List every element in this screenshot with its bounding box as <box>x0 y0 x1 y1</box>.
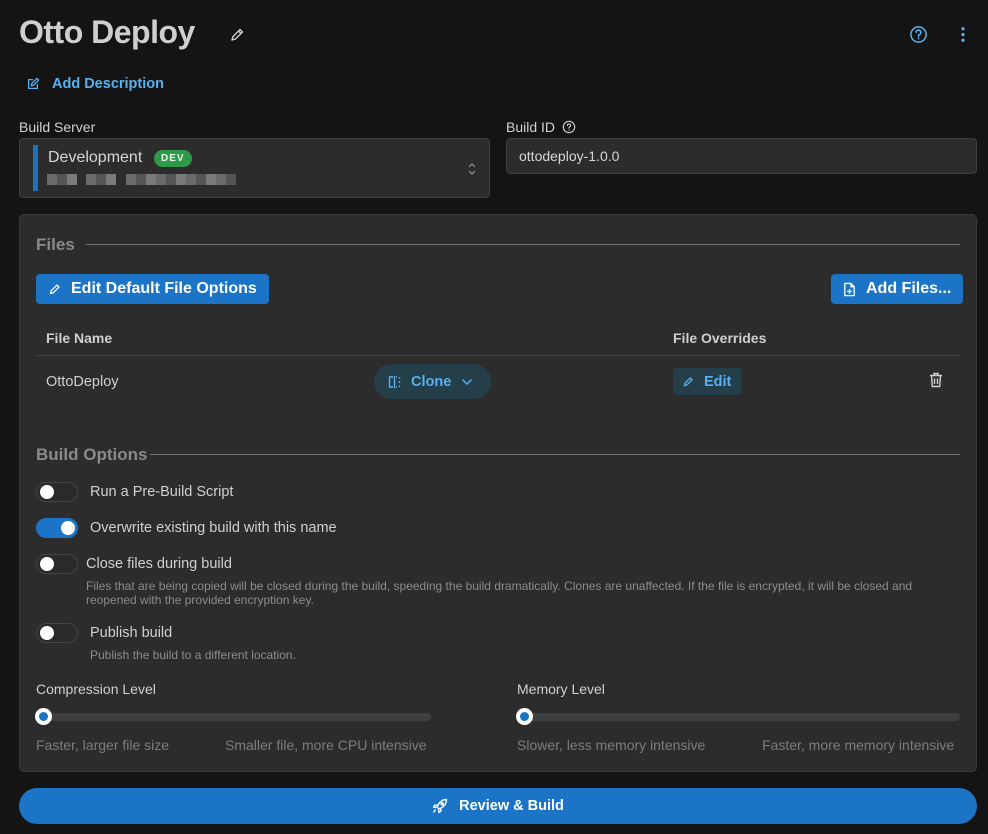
toggle-knob <box>40 626 54 640</box>
build-config-panel: Files Edit Default File Options Add File… <box>19 214 977 772</box>
file-mode-dropdown[interactable]: Clone <box>374 364 491 399</box>
toggle-pre-build-script[interactable] <box>36 482 78 502</box>
table-header-divider <box>36 355 960 356</box>
build-server-select[interactable]: Development DEV <box>19 138 490 198</box>
option-description: Publish the build to a different locatio… <box>90 648 296 662</box>
clone-icon <box>388 375 401 388</box>
compression-level-label: Compression Level <box>36 681 156 697</box>
build-options-section-title: Build Options <box>36 445 148 464</box>
server-name: Development <box>48 149 143 166</box>
build-id-label: Build ID <box>506 119 556 135</box>
memory-level-slider[interactable] <box>516 708 960 725</box>
edit-square-icon <box>27 77 40 90</box>
add-files-button[interactable]: Add Files... <box>831 274 964 304</box>
rocket-icon <box>432 798 448 814</box>
build-server-label: Build Server <box>19 119 96 135</box>
page-title: Otto Deploy <box>19 14 195 50</box>
file-name-cell: OttoDeploy <box>46 374 119 390</box>
server-accent-bar <box>33 145 38 191</box>
redacted-text <box>126 174 236 185</box>
toggle-knob <box>40 485 54 499</box>
file-plus-icon <box>844 282 855 296</box>
add-description-label: Add Description <box>52 76 164 92</box>
option-label: Overwrite existing build with this name <box>90 520 337 536</box>
memory-level-label: Memory Level <box>517 681 605 697</box>
toggle-knob <box>40 557 54 571</box>
review-build-label: Review & Build <box>459 798 564 814</box>
slider-max-hint: Smaller file, more CPU intensive <box>225 737 427 753</box>
build-id-input[interactable] <box>506 138 977 174</box>
pencil-icon[interactable] <box>229 27 245 43</box>
chevron-up-down-icon <box>468 163 476 175</box>
slider-thumb[interactable] <box>516 708 533 725</box>
file-mode-label: Clone <box>411 373 452 390</box>
files-section-title: Files <box>36 235 75 254</box>
review-build-button[interactable]: Review & Build <box>19 788 977 824</box>
pencil-icon <box>683 376 693 386</box>
option-description: Files that are being copied will be clos… <box>86 579 913 607</box>
slider-min-hint: Slower, less memory intensive <box>517 737 706 753</box>
section-divider <box>150 454 960 455</box>
redacted-text <box>47 174 77 185</box>
edit-file-overrides-button[interactable]: Edit <box>673 368 741 395</box>
option-label: Publish build <box>90 625 173 641</box>
edit-default-file-options-label: Edit Default File Options <box>71 280 257 297</box>
pencil-icon <box>49 283 60 294</box>
edit-label: Edit <box>704 373 732 390</box>
toggle-overwrite-build[interactable] <box>36 518 78 538</box>
add-files-label: Add Files... <box>866 280 952 297</box>
slider-max-hint: Faster, more memory intensive <box>762 737 955 753</box>
help-icon[interactable] <box>562 120 576 134</box>
toggle-publish-build[interactable] <box>36 623 78 643</box>
env-badge: DEV <box>154 150 192 167</box>
compression-level-slider[interactable] <box>35 708 431 725</box>
toggle-close-files[interactable] <box>36 554 78 574</box>
column-header-file-overrides: File Overrides <box>673 330 767 346</box>
option-label: Close files during build <box>86 556 232 572</box>
chevron-down-icon <box>462 378 473 385</box>
help-icon[interactable] <box>909 25 928 44</box>
add-description-link[interactable]: Add Description <box>26 76 164 92</box>
section-divider <box>86 244 960 245</box>
edit-default-file-options-button[interactable]: Edit Default File Options <box>36 274 269 304</box>
option-label: Run a Pre-Build Script <box>90 484 234 500</box>
redacted-text <box>86 174 116 185</box>
column-header-file-name: File Name <box>46 330 113 346</box>
slider-thumb[interactable] <box>35 708 52 725</box>
trash-icon[interactable] <box>929 372 943 388</box>
more-vertical-icon[interactable] <box>955 25 971 44</box>
slider-min-hint: Faster, larger file size <box>36 737 170 753</box>
toggle-knob <box>61 521 75 535</box>
